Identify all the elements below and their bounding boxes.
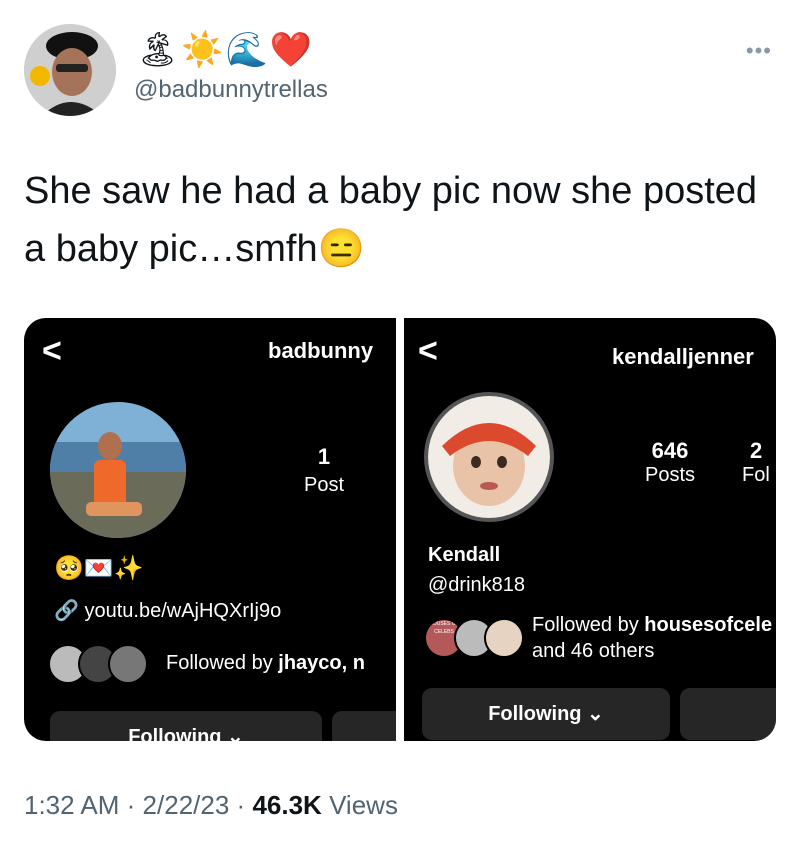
author-handle[interactable]: @badbunnytrellas	[134, 76, 328, 104]
left-followed-by: Followed by jhayco, n	[166, 652, 365, 675]
right-posts-count: 646	[651, 438, 689, 463]
left-bio-emojis: 🥺💌✨	[54, 555, 144, 582]
back-arrow-icon: <	[418, 332, 438, 370]
meta-separator: ·	[236, 790, 246, 820]
followed-by-names: housesofcele	[644, 614, 773, 636]
left-profile-picture	[50, 402, 186, 538]
right-followers-label: Fol	[742, 464, 770, 486]
right-and-others: and 46 others	[532, 640, 655, 662]
left-message-button[interactable]	[332, 711, 396, 741]
back-arrow-icon: <	[42, 332, 62, 370]
right-followers-count: 2	[750, 438, 763, 463]
tweet-text: She saw he had a baby pic now she posted…	[24, 170, 758, 270]
follower-avatar-3	[108, 644, 148, 684]
right-following-button[interactable]: Following ⌄	[422, 688, 670, 740]
tweet-date[interactable]: 2/22/23	[143, 790, 230, 820]
follower-avatar-3	[484, 618, 524, 658]
link-icon: 🔗	[54, 600, 79, 622]
right-profile-picture	[424, 392, 554, 522]
right-screenshot: < kendalljenner 646 Posts 2 Fol Kendall …	[404, 318, 776, 741]
more-options-icon[interactable]: •••	[746, 38, 772, 64]
left-link-row: 🔗 youtu.be/wAjHQXrIj9o	[54, 598, 281, 623]
left-post-label: Post	[303, 474, 345, 496]
tweet-metadata: 1:32 AM · 2/22/23 · 46.3K Views	[24, 790, 398, 821]
right-posts-label: Posts	[644, 464, 696, 486]
left-profile-link[interactable]: youtu.be/wAjHQXrIj9o	[84, 600, 281, 622]
right-profile-username: kendalljenner	[612, 344, 754, 369]
left-following-button[interactable]: Following ⌄	[50, 711, 322, 741]
author-avatar[interactable]	[24, 24, 116, 116]
right-display-name: Kendall	[428, 544, 501, 566]
right-followed-by: Followed by housesofcele	[532, 614, 772, 637]
views-label: Views	[329, 790, 398, 820]
followed-by-label: Followed by	[532, 614, 645, 636]
right-threads-handle[interactable]: @drink818	[428, 574, 525, 597]
followed-by-names: jhayco, n	[278, 652, 365, 674]
author-avatar-image	[24, 24, 116, 116]
right-message-button[interactable]: M	[680, 688, 776, 740]
meta-separator: ·	[126, 790, 136, 820]
display-name-emojis[interactable]: 🏝☀️🌊❤️	[136, 30, 314, 70]
tweet-time[interactable]: 1:32 AM	[24, 790, 119, 820]
views-count: 46.3K	[252, 790, 322, 820]
left-profile-username: badbunny	[268, 338, 374, 363]
left-post-count: 1	[317, 444, 331, 469]
tweet-media[interactable]: < badbunny 1 Post 🥺💌✨ 🔗 youtu.be/wAjHQXr…	[24, 318, 776, 741]
left-screenshot: < badbunny 1 Post 🥺💌✨ 🔗 youtu.be/wAjHQXr…	[24, 318, 396, 741]
followed-by-label: Followed by	[166, 652, 279, 674]
